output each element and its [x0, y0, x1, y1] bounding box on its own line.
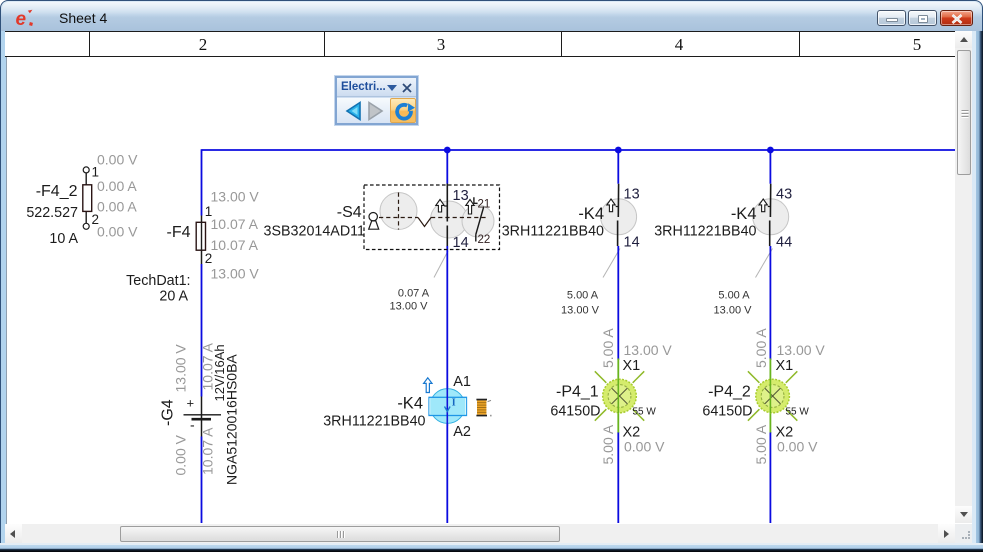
svg-text:3RH11221BB40: 3RH11221BB40	[502, 224, 604, 240]
svg-text:0.00 V: 0.00 V	[97, 224, 138, 240]
svg-text:0.00 V: 0.00 V	[173, 434, 189, 475]
svg-text:10.07 A: 10.07 A	[200, 427, 216, 475]
svg-text:X2: X2	[623, 424, 641, 440]
svg-text:X2: X2	[776, 424, 794, 440]
svg-text:TechDat1:: TechDat1:	[126, 273, 190, 289]
svg-text:-F4: -F4	[167, 224, 191, 241]
svg-text:13.00 V: 13.00 V	[390, 301, 429, 313]
svg-text:5.00 A: 5.00 A	[753, 424, 769, 464]
svg-text:1: 1	[205, 204, 213, 219]
svg-text:-G4: -G4	[160, 399, 177, 426]
svg-text:13: 13	[624, 187, 640, 203]
svg-text:20 A: 20 A	[159, 289, 188, 305]
svg-text:0.00 V: 0.00 V	[624, 439, 665, 455]
svg-text:2: 2	[92, 212, 100, 227]
svg-text:0.00 A: 0.00 A	[97, 199, 137, 215]
svg-text:-K4: -K4	[578, 205, 604, 223]
svg-text:A2: A2	[453, 424, 471, 440]
svg-text:13.00 V: 13.00 V	[211, 189, 260, 205]
svg-text:55 W: 55 W	[786, 407, 810, 418]
svg-text:43: 43	[776, 187, 792, 203]
svg-text:2: 2	[205, 251, 213, 266]
svg-text:-: -	[190, 417, 195, 433]
svg-text:A1: A1	[453, 374, 471, 390]
svg-text:1: 1	[92, 165, 100, 180]
svg-text:-P4_2: -P4_2	[708, 384, 751, 401]
svg-text:5.00 A: 5.00 A	[567, 290, 599, 302]
svg-text:0.00 V: 0.00 V	[777, 439, 818, 455]
svg-text:0.00 V: 0.00 V	[97, 152, 138, 168]
svg-text:13.00 V: 13.00 V	[211, 266, 260, 282]
svg-text:64150D: 64150D	[702, 404, 752, 420]
svg-text:-F4_2: -F4_2	[36, 183, 78, 200]
svg-text:22: 22	[478, 234, 491, 246]
svg-text:5.00 A: 5.00 A	[600, 424, 616, 464]
svg-text:-P4_1: -P4_1	[556, 384, 599, 401]
svg-text:5.00 A: 5.00 A	[718, 290, 750, 302]
svg-text:-K4: -K4	[731, 205, 757, 223]
svg-text:13.00 V: 13.00 V	[173, 344, 189, 393]
svg-text:-K4: -K4	[397, 395, 423, 413]
svg-text:64150D: 64150D	[550, 404, 600, 420]
svg-text:10.07 A: 10.07 A	[211, 216, 259, 232]
svg-text:10.07 A: 10.07 A	[211, 237, 259, 253]
svg-text:5.00 A: 5.00 A	[753, 328, 769, 368]
svg-text:3RH11221BB40: 3RH11221BB40	[654, 224, 756, 240]
svg-text:13: 13	[453, 188, 469, 204]
svg-text:3RH11221BB40: 3RH11221BB40	[323, 414, 425, 430]
svg-text:55 W: 55 W	[633, 407, 657, 418]
svg-text:10 A: 10 A	[49, 231, 78, 247]
svg-text:+: +	[187, 396, 195, 411]
svg-text:NGA5120016HS0BA: NGA5120016HS0BA	[224, 354, 240, 485]
svg-text:X1: X1	[776, 358, 794, 374]
svg-text:0.07 A: 0.07 A	[398, 288, 430, 300]
svg-text:14: 14	[624, 235, 640, 251]
svg-text:522.527: 522.527	[26, 205, 78, 221]
svg-text:13.00 V: 13.00 V	[561, 305, 600, 317]
svg-text:3SB32014AD11: 3SB32014AD11	[264, 223, 366, 239]
svg-text:X1: X1	[623, 358, 641, 374]
svg-text:21: 21	[478, 199, 491, 211]
svg-text:13.00 V: 13.00 V	[714, 305, 753, 317]
svg-text:5.00 A: 5.00 A	[600, 328, 616, 368]
svg-text:14: 14	[453, 235, 469, 251]
svg-text:13.00 V: 13.00 V	[777, 342, 826, 358]
svg-text:44: 44	[776, 235, 792, 251]
svg-text:I: I	[452, 398, 456, 409]
svg-text:13.00 V: 13.00 V	[624, 342, 673, 358]
svg-text:-S4: -S4	[337, 204, 362, 221]
svg-text:0.00 A: 0.00 A	[97, 178, 137, 194]
